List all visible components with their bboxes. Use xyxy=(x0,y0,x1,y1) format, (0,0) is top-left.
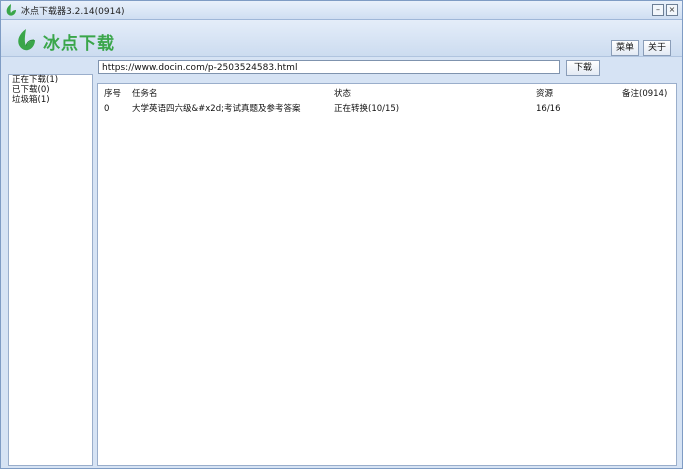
title-bar[interactable]: 冰点下载器3.2.14(0914) – × xyxy=(1,1,682,20)
row-status: 正在转换(10/15) xyxy=(334,104,400,114)
app-window: 冰点下载器3.2.14(0914) – × 冰点下载 菜单 关于 https:/… xyxy=(0,0,683,469)
download-button[interactable]: 下载 xyxy=(566,60,600,76)
task-table: 序号 任务名 状态 资源 备注(0914) 0 大学英语四六级&#x2d;考试真… xyxy=(97,83,677,466)
url-input[interactable]: https://www.docin.com/p-2503524583.html xyxy=(98,60,560,74)
minimize-icon[interactable]: – xyxy=(652,4,664,16)
column-header-task-name[interactable]: 任务名 xyxy=(132,88,158,100)
menu-button[interactable]: 菜单 xyxy=(611,40,640,56)
header-bar: 冰点下载 菜单 关于 xyxy=(1,20,682,57)
leaf-logo-icon xyxy=(18,29,35,51)
sidebar-item-trash[interactable]: 垃圾箱(1) xyxy=(9,95,92,105)
column-header-resource[interactable]: 资源 xyxy=(536,88,553,100)
close-icon[interactable]: × xyxy=(666,4,678,16)
row-task-name: 大学英语四六级&#x2d;考试真题及参考答案 xyxy=(132,104,301,114)
row-resource: 16/16 xyxy=(536,104,561,114)
row-index: 0 xyxy=(104,104,110,114)
logo-text: 冰点下载 xyxy=(43,34,115,54)
sidebar: 正在下载(1) 已下载(0) 垃圾箱(1) xyxy=(8,74,93,466)
sidebar-item-downloading[interactable]: 正在下载(1) xyxy=(9,75,92,85)
sidebar-item-downloaded[interactable]: 已下载(0) xyxy=(9,85,92,95)
table-row[interactable]: 0 大学英语四六级&#x2d;考试真题及参考答案 正在转换(10/15) 16/… xyxy=(98,103,676,115)
app-logo-icon xyxy=(6,4,16,16)
column-header-status[interactable]: 状态 xyxy=(334,88,351,100)
about-button[interactable]: 关于 xyxy=(643,40,672,56)
column-header-index[interactable]: 序号 xyxy=(104,88,121,100)
window-title: 冰点下载器3.2.14(0914) xyxy=(21,7,125,17)
table-header-row: 序号 任务名 状态 资源 备注(0914) xyxy=(98,88,676,100)
column-header-note[interactable]: 备注(0914) xyxy=(622,88,667,100)
